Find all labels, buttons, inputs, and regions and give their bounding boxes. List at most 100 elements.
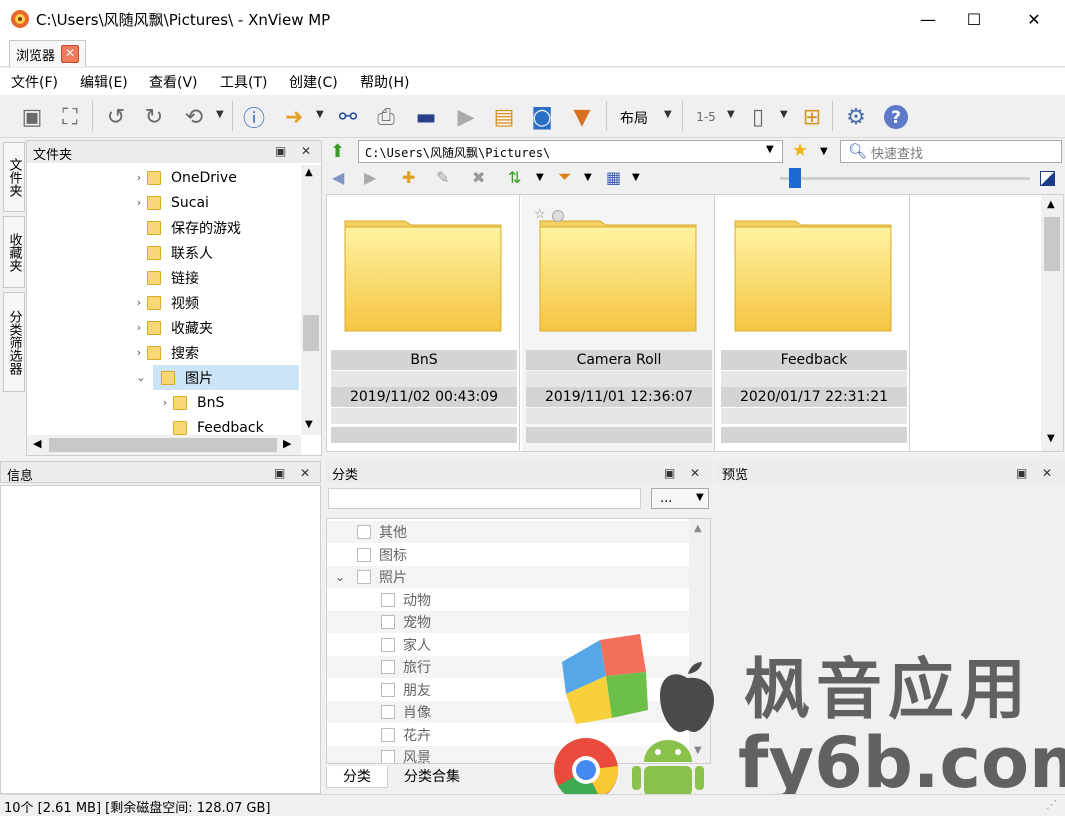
thumbnail-item[interactable]: ☆ Camera Roll 2019/11/01 12:36:07 <box>522 195 715 451</box>
pin-icon[interactable]: ▣ <box>275 144 286 158</box>
tree-hscrollbar[interactable]: ◀ ▶ <box>27 435 301 455</box>
category-checkbox[interactable] <box>381 705 395 719</box>
category-checkbox[interactable] <box>381 750 395 763</box>
rotate-right-icon[interactable]: ↻ <box>138 101 170 133</box>
new-folder-icon[interactable]: ✚ <box>402 168 415 187</box>
chevron-right-icon[interactable]: › <box>131 346 147 359</box>
vtab-folders[interactable]: 文件夹 <box>3 142 25 212</box>
category-item[interactable]: 动物 <box>327 588 689 611</box>
category-checkbox[interactable] <box>381 615 395 629</box>
tree-item[interactable]: › BnS <box>27 390 297 415</box>
help-icon[interactable]: ? <box>880 101 912 133</box>
scanner-icon[interactable]: ▬ <box>410 101 442 133</box>
go-up-icon[interactable]: ⬆ <box>330 141 345 162</box>
category-checkbox[interactable] <box>381 637 395 652</box>
maximize-button[interactable]: ☐ <box>951 0 997 38</box>
wallpaper-icon[interactable]: ▤ <box>488 101 520 133</box>
minimize-button[interactable]: — <box>905 0 951 38</box>
category-checkbox[interactable] <box>357 547 371 562</box>
tab-close-icon[interactable]: ✕ <box>61 45 80 63</box>
sort-icon[interactable]: ⇅ <box>508 168 521 187</box>
fullscreen-icon[interactable]: ⛶ <box>54 101 86 133</box>
transform-icon[interactable]: ⟲ <box>178 101 210 133</box>
page-icon[interactable]: 1-5 <box>690 101 722 133</box>
tree-item[interactable]: › 搜索 <box>27 340 297 365</box>
view-mode-dropdown-icon[interactable]: ▼ <box>632 172 640 183</box>
pin-icon[interactable]: ▣ <box>1016 466 1027 480</box>
tree-item[interactable]: › Sucai <box>27 190 297 215</box>
vtab-favorites[interactable]: 收藏夹 <box>3 216 25 288</box>
pin-icon[interactable]: ▣ <box>664 466 675 480</box>
open-image-icon[interactable]: ▣ <box>16 101 48 133</box>
filter-dropdown-icon[interactable]: ▼ <box>584 172 592 183</box>
camera-icon[interactable]: ◙ <box>526 101 558 133</box>
menu-edit[interactable]: 编辑(E) <box>80 72 128 92</box>
tab-category-sets[interactable]: 分类合集 <box>392 766 472 788</box>
view-mode-icon[interactable]: ▦ <box>606 168 621 187</box>
tab-browser[interactable]: 浏览器 ✕ <box>9 40 87 67</box>
category-checkbox[interactable] <box>381 592 395 607</box>
tree-item[interactable]: 保存的游戏 <box>27 215 297 240</box>
category-checkbox[interactable] <box>357 525 371 539</box>
tree-item[interactable]: › OneDrive <box>27 165 297 190</box>
tab-categories[interactable]: 分类 <box>326 766 388 788</box>
menu-create[interactable]: 创建(C) <box>289 72 338 92</box>
chevron-right-icon[interactable]: › <box>131 196 147 209</box>
category-item[interactable]: ⌄ 照片 <box>327 566 689 588</box>
layout-dropdown-icon[interactable]: ▼ <box>664 109 674 123</box>
category-checkbox[interactable] <box>381 727 395 742</box>
close-button[interactable]: ✕ <box>1011 0 1057 38</box>
panel-close-icon[interactable]: ✕ <box>690 466 700 480</box>
favorite-star-icon[interactable]: ★ <box>792 140 808 161</box>
category-checkbox[interactable] <box>357 570 371 584</box>
image-download-icon[interactable]: ▼ <box>566 101 598 133</box>
thumbnail-item[interactable]: BnS 2019/11/02 00:43:09 <box>327 195 520 451</box>
print-icon[interactable]: ⎙ <box>370 101 402 133</box>
thumb-size-slider[interactable] <box>780 177 1030 180</box>
pin-icon[interactable]: ▣ <box>274 466 285 480</box>
category-item[interactable]: 其他 <box>327 521 689 543</box>
tree-item[interactable]: 联系人 <box>27 240 297 265</box>
filter-icon[interactable]: ⏷ <box>558 167 572 187</box>
chevron-right-icon[interactable]: › <box>131 321 147 334</box>
rename-icon[interactable]: ✎ <box>436 168 449 187</box>
thumb-size-slider-handle[interactable] <box>789 168 801 188</box>
menu-file[interactable]: 文件(F) <box>11 72 58 92</box>
menu-help[interactable]: 帮助(H) <box>360 72 409 92</box>
chevron-down-icon[interactable]: ⌄ <box>133 371 149 384</box>
category-item[interactable]: 宠物 <box>327 611 689 633</box>
tree-icon[interactable]: ⊞ <box>796 101 828 133</box>
menu-view[interactable]: 查看(V) <box>149 72 198 92</box>
sort-dropdown-icon[interactable]: ▼ <box>536 172 544 183</box>
panel-close-icon[interactable]: ✕ <box>300 466 310 480</box>
panel-close-icon[interactable]: ✕ <box>1042 466 1052 480</box>
slideshow-icon[interactable]: ▶ <box>450 101 482 133</box>
panel-close-icon[interactable]: ✕ <box>301 144 311 158</box>
book-dropdown-icon[interactable]: ▼ <box>780 109 790 123</box>
tree-item[interactable]: › 视频 <box>27 290 297 315</box>
menu-tools[interactable]: 工具(T) <box>220 72 267 92</box>
favorite-dropdown-icon[interactable]: ▼ <box>820 146 828 157</box>
back-icon[interactable]: ◀ <box>332 168 344 187</box>
preview-toggle-icon[interactable] <box>1040 171 1055 186</box>
vtab-category-filter[interactable]: 分类筛选器 <box>3 292 25 392</box>
thumbnail-scrollbar[interactable]: ▲ ▼ <box>1041 195 1063 451</box>
rating-star-icon[interactable]: ☆ <box>534 207 546 222</box>
category-options-button[interactable]: ... ▼ <box>651 488 709 509</box>
binoculars-icon[interactable]: ⚯ <box>332 101 364 133</box>
tree-item[interactable]: Feedback <box>27 415 297 435</box>
address-input[interactable]: C:\Users\风随风飘\Pictures\ <box>358 140 783 163</box>
chevron-right-icon[interactable]: › <box>131 171 147 184</box>
chevron-down-icon[interactable]: ⌄ <box>335 570 345 584</box>
chevron-right-icon[interactable]: › <box>157 396 173 409</box>
color-label-icon[interactable] <box>552 210 564 222</box>
layout-button[interactable]: 布局 <box>620 108 648 128</box>
chevron-right-icon[interactable]: › <box>131 296 147 309</box>
category-checkbox[interactable] <box>381 682 395 697</box>
tree-item[interactable]: 链接 <box>27 265 297 290</box>
forward-icon[interactable]: ▶ <box>364 168 376 187</box>
thumbnail-item[interactable]: Feedback 2020/01/17 22:31:21 <box>717 195 910 451</box>
book-icon[interactable]: ▯ <box>742 101 774 133</box>
info-icon[interactable]: ⓘ <box>238 101 270 133</box>
page-dropdown-icon[interactable]: ▼ <box>727 109 737 123</box>
